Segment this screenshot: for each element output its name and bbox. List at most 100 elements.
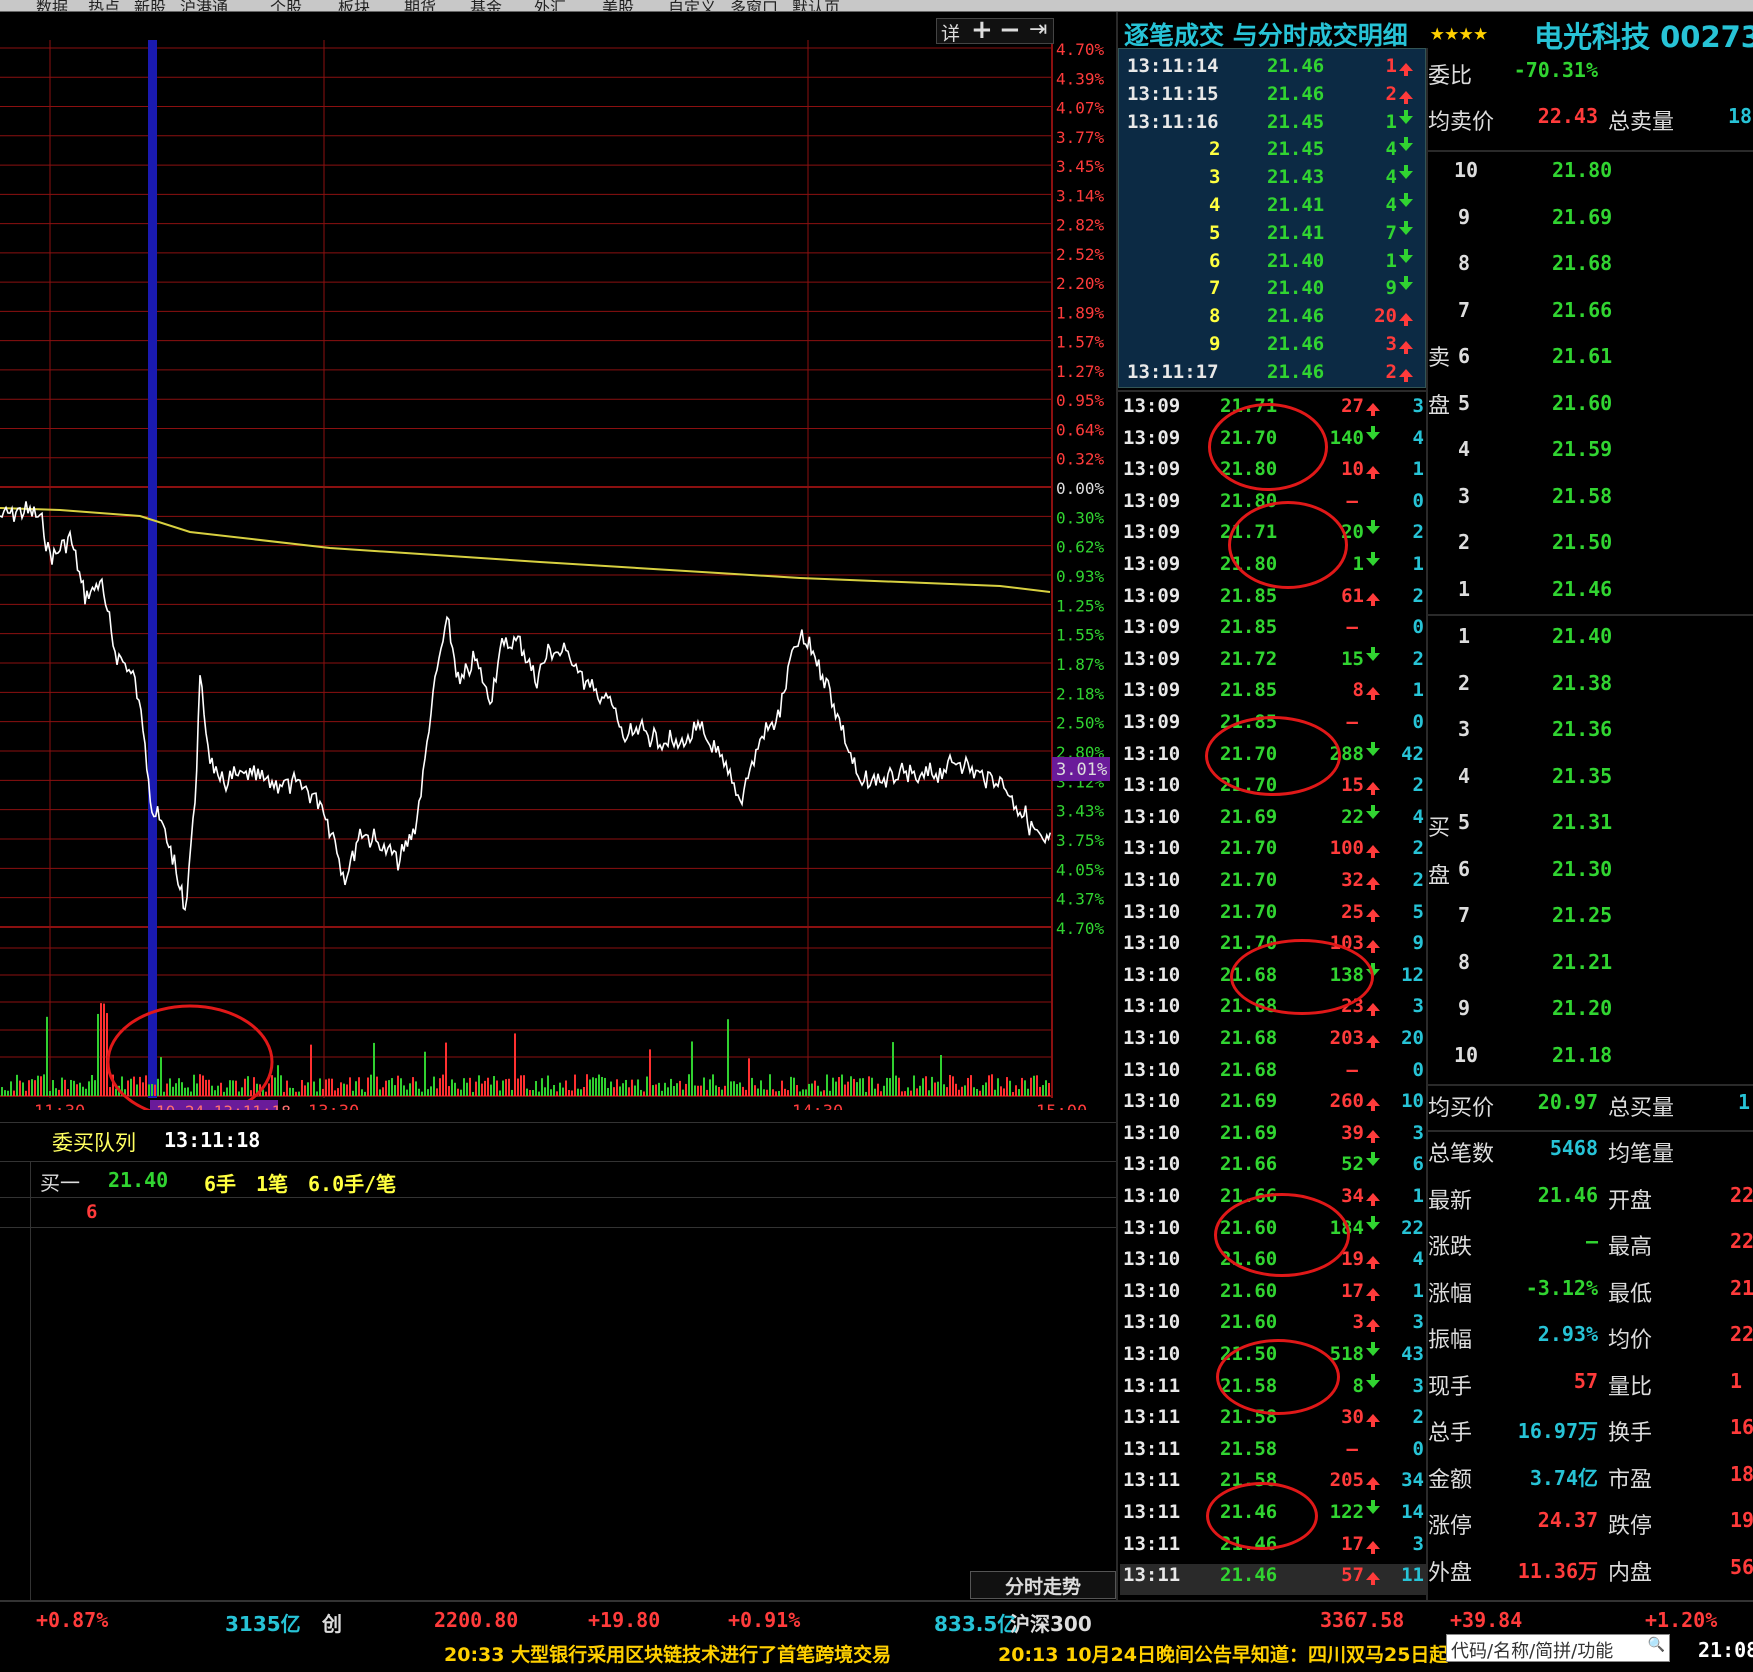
trade-volume: – [1300, 1438, 1380, 1460]
bid-level-row[interactable]: 3 21.36 [1428, 717, 1753, 763]
tick-time: 4 [1209, 194, 1221, 216]
trade-row: 13:10 21.69 39 3 [1120, 1122, 1426, 1153]
menu-item-10[interactable]: 自定义 [668, 0, 716, 11]
trade-volume-value: 15 [1341, 774, 1364, 797]
menu-item-12[interactable]: 默认页 [792, 0, 840, 11]
stat-value: 3.74亿 [1529, 1465, 1598, 1490]
trade-time: 13:11 [1123, 1469, 1181, 1492]
menu-item-3[interactable]: 沪港通 [180, 0, 228, 11]
queue-table [0, 1161, 1118, 1162]
ask-level-row[interactable]: 2 21.50 [1428, 530, 1753, 576]
zoom-out-icon[interactable]: − [999, 15, 1021, 45]
right-axis-label: 3.45% [1056, 157, 1105, 176]
ask-level-row[interactable]: 8 21.68 [1428, 251, 1753, 297]
trade-volume-value: 30 [1341, 1406, 1364, 1429]
tick-price: 21.46 [1267, 305, 1325, 328]
tick-volume: 3 [1386, 333, 1413, 355]
trade-volume-value: 260 [1329, 1090, 1364, 1113]
trade-volume-value: 15 [1341, 647, 1364, 670]
stat-value-2: 19 [1730, 1508, 1753, 1532]
menu-item-2[interactable]: 新股 [134, 0, 166, 11]
bid-level-row[interactable]: 4 21.35 [1428, 764, 1753, 810]
stat-row: 振幅 2.93% 均价 22 [1426, 1322, 1753, 1368]
tick-price: 21.46 [1267, 333, 1325, 355]
bid-level-row[interactable]: 9 21.20 [1428, 996, 1753, 1042]
right-axis-label: 0.32% [1056, 450, 1105, 469]
bid-level-row[interactable]: 5 21.31 [1428, 810, 1753, 856]
queue-bid-lots: 6手 [204, 1172, 237, 1196]
intraday-chart[interactable]: 4.70% 4.39% 4.07% 3.77% 3.45% 3.14% 2.82% 2.52%… [0, 40, 1118, 1122]
trade-volume: 30 [1300, 1406, 1380, 1428]
trade-row: 13:09 21.85 8 1 [1120, 679, 1426, 710]
menu-item-5[interactable]: 板块 [338, 0, 370, 11]
bid-price: 21.38 [1552, 670, 1613, 695]
tick-volume: 4 [1386, 137, 1413, 160]
arrow-up-icon [1366, 1319, 1380, 1333]
news-headline-1[interactable]: 20:33 大型银行采用区块链技术进行了首笔跨境交易 [444, 1640, 891, 1667]
menu-item-6[interactable]: 期货 [404, 0, 436, 11]
trade-volume: 57 [1300, 1564, 1380, 1586]
menu-item-9[interactable]: 美股 [602, 0, 634, 11]
search-input[interactable]: 代码/名称/简拼/功能 [1451, 1637, 1613, 1663]
stat-label-2: 市盈 [1608, 1467, 1653, 1493]
trade-count: 0 [1412, 616, 1424, 639]
stat-value: – [1585, 1229, 1598, 1253]
menu-item-7[interactable]: 基金 [470, 0, 502, 11]
ask-price: 21.61 [1552, 344, 1613, 368]
trade-volume-value: 122 [1329, 1501, 1364, 1523]
search-box[interactable]: 代码/名称/简拼/功能 🔍 [1446, 1634, 1670, 1662]
queue-row-line-2 [0, 1227, 1118, 1228]
menu-item-1[interactable]: 热点 [88, 0, 120, 11]
tick-price: 21.41 [1267, 194, 1325, 216]
tick-detail-panel[interactable]: 13:11:14 21.46 1 13:11:15 21.46 2 13:11:16 21.4… [1118, 48, 1426, 388]
chart-toolbar: 详 + − ⇥ [936, 15, 1054, 46]
trade-time: 13:09 [1123, 458, 1181, 481]
price-line [0, 501, 1052, 912]
menu-item-11[interactable]: 多窗口 [730, 0, 778, 11]
bid-level-row[interactable]: 8 21.21 [1428, 950, 1753, 996]
orderbook-divider [1428, 150, 1753, 152]
trade-count: 1 [1412, 1185, 1424, 1207]
ask-level-row[interactable]: 4 21.59 [1428, 437, 1753, 483]
arrow-down-icon [1366, 425, 1380, 440]
trade-volume: 205 [1300, 1469, 1380, 1491]
ask-level-row[interactable]: 7 21.66 [1428, 298, 1753, 344]
detail-button[interactable]: 详 [941, 19, 960, 46]
jump-end-icon[interactable]: ⇥ [1029, 17, 1047, 42]
queue-row-line [0, 1197, 1118, 1198]
tick-row: 13:11:16 21.45 1 [1119, 109, 1427, 139]
trade-row: 13:10 21.69 22 4 [1120, 804, 1426, 837]
ask-level-row[interactable]: 10 21.80 [1428, 158, 1753, 204]
mode-button[interactable]: 分时走势 [970, 1571, 1116, 1599]
ask-level-row[interactable]: 6 21.61 [1428, 344, 1753, 390]
cursor-band [148, 40, 157, 1098]
tick-price: 21.45 [1267, 110, 1325, 133]
trade-row: 13:11 21.46 57 11 [1120, 1564, 1426, 1596]
bid-level-row[interactable]: 1 21.40 [1428, 624, 1753, 670]
ask-level-row[interactable]: 3 21.58 [1428, 484, 1753, 530]
ticker-item: +1.20% [1645, 1608, 1718, 1632]
news-headline-2[interactable]: 20:13 10月24日晚间公告早知道：四川双马25日起 [998, 1640, 1448, 1667]
zoom-in-icon[interactable]: + [971, 15, 993, 45]
bid-level-row[interactable]: 7 21.25 [1428, 903, 1753, 949]
trade-count: 9 [1412, 932, 1424, 955]
bid-level-row[interactable]: 10 21.18 [1428, 1043, 1753, 1089]
trade-row: 13:09 21.72 15 2 [1120, 646, 1426, 679]
menu-item-8[interactable]: 外汇 [534, 0, 566, 11]
ask-level-row[interactable]: 9 21.69 [1428, 205, 1753, 251]
stat-label: 涨停 [1428, 1514, 1473, 1539]
bid-level-row[interactable]: 6 21.30 [1428, 857, 1753, 903]
arrow-up-icon [1366, 1477, 1380, 1491]
trade-time: 13:10 [1123, 774, 1181, 797]
menu-item-0[interactable]: 数据 [36, 0, 68, 11]
trade-volume-value: 52 [1341, 1153, 1364, 1176]
menu-item-4[interactable]: 个股 [270, 0, 302, 11]
ticker-item: +39.84 [1450, 1608, 1523, 1632]
bid-level-row[interactable]: 2 21.38 [1428, 671, 1753, 717]
trade-time: 13:11 [1123, 1406, 1181, 1429]
tick-time: 5 [1209, 221, 1221, 244]
search-icon[interactable]: 🔍 [1648, 1637, 1665, 1653]
ask-level-row[interactable]: 5 21.60 [1428, 391, 1753, 437]
queue-label: 委买队列 [52, 1131, 136, 1155]
tick-volume-value: 1 [1385, 110, 1397, 133]
